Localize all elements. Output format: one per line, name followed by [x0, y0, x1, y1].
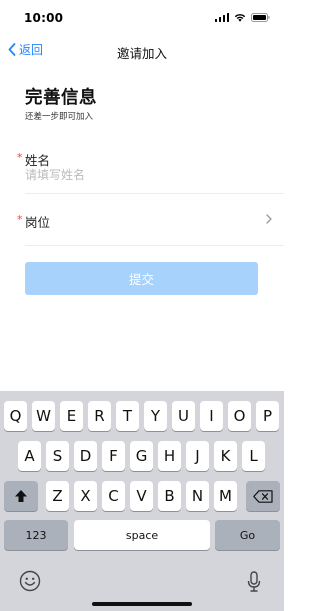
- space-key[interactable]: space: [74, 520, 210, 550]
- key-m[interactable]: M: [214, 481, 237, 511]
- key-i[interactable]: I: [200, 401, 223, 431]
- delete-key[interactable]: [246, 481, 280, 511]
- keyboard: QWERTYUIOP ASDFGHJKL ZXCVBNM 123 space G…: [0, 391, 284, 611]
- status-bar: 10:00: [0, 0, 284, 38]
- required-marker: *: [17, 151, 23, 164]
- key-l[interactable]: L: [242, 441, 265, 471]
- status-icons: [214, 13, 271, 22]
- home-indicator: [92, 602, 192, 606]
- key-q[interactable]: Q: [4, 401, 27, 431]
- key-g[interactable]: G: [130, 441, 153, 471]
- key-t[interactable]: T: [116, 401, 139, 431]
- form-subheading: 还差一步即可加入: [25, 112, 94, 122]
- key-r[interactable]: R: [88, 401, 111, 431]
- numbers-key[interactable]: 123: [4, 520, 68, 550]
- key-k[interactable]: K: [214, 441, 237, 471]
- go-key[interactable]: Go: [215, 520, 280, 550]
- key-c[interactable]: C: [102, 481, 125, 511]
- delete-icon: [253, 489, 273, 503]
- key-y[interactable]: Y: [144, 401, 167, 431]
- emoji-icon[interactable]: [19, 570, 41, 596]
- key-s[interactable]: S: [46, 441, 69, 471]
- microphone-icon[interactable]: [247, 571, 261, 597]
- key-x[interactable]: X: [74, 481, 97, 511]
- position-label: 岗位: [25, 215, 51, 230]
- name-input[interactable]: [25, 166, 245, 184]
- form-heading: 完善信息: [25, 88, 97, 108]
- page-title: 邀请加入: [116, 46, 167, 61]
- key-o[interactable]: O: [228, 401, 251, 431]
- shift-key[interactable]: [4, 481, 38, 511]
- chevron-right-icon: [266, 214, 272, 224]
- navigation-bar: 返回 邀请加入: [0, 38, 284, 64]
- key-f[interactable]: F: [102, 441, 125, 471]
- key-e[interactable]: E: [60, 401, 83, 431]
- key-n[interactable]: N: [186, 481, 209, 511]
- key-a[interactable]: A: [18, 441, 41, 471]
- name-field: * 姓名: [17, 150, 284, 194]
- key-v[interactable]: V: [130, 481, 153, 511]
- key-b[interactable]: B: [158, 481, 181, 511]
- required-marker: *: [17, 213, 23, 226]
- status-time: 10:00: [24, 11, 64, 25]
- wifi-icon: [234, 13, 246, 22]
- key-w[interactable]: W: [32, 401, 55, 431]
- key-u[interactable]: U: [172, 401, 195, 431]
- key-j[interactable]: J: [186, 441, 209, 471]
- key-z[interactable]: Z: [46, 481, 69, 511]
- key-d[interactable]: D: [74, 441, 97, 471]
- submit-button[interactable]: 提交: [25, 262, 258, 295]
- position-field[interactable]: * 岗位: [17, 198, 284, 246]
- key-h[interactable]: H: [158, 441, 181, 471]
- cellular-signal-icon: [214, 13, 229, 22]
- key-p[interactable]: P: [256, 401, 279, 431]
- battery-icon: [251, 13, 270, 22]
- shift-icon: [15, 490, 27, 502]
